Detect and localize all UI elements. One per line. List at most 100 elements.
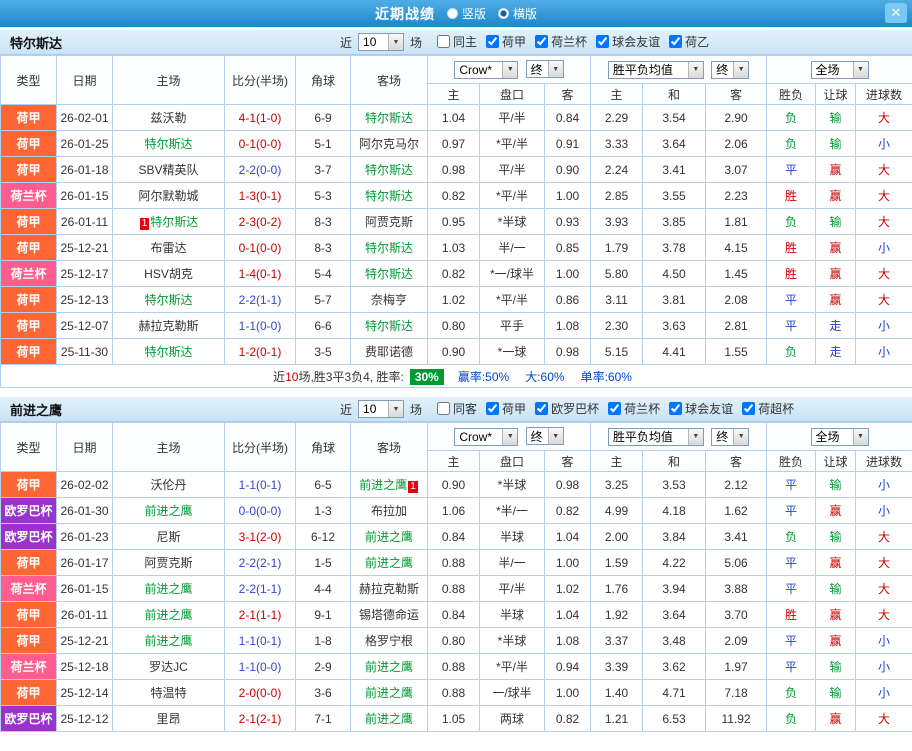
team-label: 沃伦丹 — [150, 478, 186, 492]
ah-away-odds-cell: 0.98 — [545, 339, 591, 365]
date-cell: 25-12-21 — [57, 235, 113, 261]
layout-radio-horizontal[interactable]: 横版 — [498, 5, 537, 22]
corners-cell: 5-1 — [296, 131, 351, 157]
score-cell: 2-3(0-2) — [225, 209, 296, 235]
goals-cell: 大 — [856, 706, 912, 732]
odds-company-select[interactable]: Crow*▼ — [454, 428, 518, 446]
handicap-result-cell: 赢 — [816, 183, 856, 209]
match-count-select[interactable]: 10 ▼ — [358, 400, 404, 418]
avg-odds-select[interactable]: 胜平负均值▼ — [608, 61, 704, 79]
filter-checkbox[interactable] — [437, 402, 450, 415]
odds-draw-cell: 3.48 — [643, 628, 706, 654]
filter-checkbox[interactable] — [535, 35, 548, 48]
filter-checkbox[interactable] — [437, 35, 450, 48]
filter-checkbox[interactable] — [596, 35, 609, 48]
odds-company-select[interactable]: Crow*▼ — [454, 61, 518, 79]
ah-away-odds-cell: 0.84 — [545, 105, 591, 131]
league-filter[interactable]: 荷兰杯 — [608, 400, 660, 417]
score-cell: 2-1(1-1) — [225, 602, 296, 628]
scope-select[interactable]: 全场▼ — [811, 428, 869, 446]
odds-draw-cell: 3.81 — [643, 287, 706, 313]
sub-col-result: 胜负 — [767, 84, 816, 105]
rank-badge: 1 — [408, 481, 418, 493]
match-row: 荷甲26-01-111特尔斯达2-3(0-2)8-3阿贾克斯0.95*半球0.9… — [1, 209, 912, 235]
result-cell: 胜 — [767, 235, 816, 261]
match-row: 荷甲25-12-21布雷达0-1(0-0)8-3特尔斯达1.03半/一0.851… — [1, 235, 912, 261]
score-cell: 0-1(0-0) — [225, 131, 296, 157]
handicap-cell: *半球 — [480, 209, 545, 235]
league-filter[interactable]: 欧罗巴杯 — [535, 400, 599, 417]
league-filter[interactable]: 球会友谊 — [669, 400, 733, 417]
league-cell: 荷甲 — [1, 313, 57, 339]
team-label: 格罗宁根 — [365, 634, 413, 648]
odds-away-cell: 3.70 — [706, 602, 767, 628]
away-team-cell: 特尔斯达 — [351, 105, 428, 131]
team-label: SBV精英队 — [138, 163, 198, 177]
league-filter[interactable]: 荷乙 — [669, 33, 709, 50]
goals-cell: 大 — [856, 261, 912, 287]
away-team-cell: 奈梅亨 — [351, 287, 428, 313]
summary-text: 近10场,胜3平3负4, 胜率: — [273, 370, 404, 384]
filter-checkbox[interactable] — [608, 402, 621, 415]
league-cell: 荷甲 — [1, 157, 57, 183]
handicap-cell: *一球 — [480, 339, 545, 365]
col-score: 比分(半场) — [225, 56, 296, 105]
filter-label: 荷甲 — [502, 400, 526, 417]
filter-checkbox[interactable] — [742, 402, 755, 415]
score-cell: 4-1(1-0) — [225, 105, 296, 131]
team-label: 特尔斯达 — [365, 189, 413, 203]
away-team-cell: 特尔斯达 — [351, 157, 428, 183]
filter-label: 荷超杯 — [758, 400, 794, 417]
league-filter[interactable]: 荷超杯 — [742, 400, 794, 417]
league-filter[interactable]: 球会友谊 — [596, 33, 660, 50]
filter-checkbox[interactable] — [535, 402, 548, 415]
team-section-header: 前进之鹰 近 10 ▼ 场 同客荷甲欧罗巴杯荷兰杯球会友谊荷超杯 — [0, 396, 912, 422]
team-label: 特尔斯达 — [144, 293, 192, 307]
sub-col-home-odds: 主 — [591, 84, 643, 105]
handicap-cell: 半/一 — [480, 550, 545, 576]
ah-away-odds-cell: 1.02 — [545, 576, 591, 602]
close-button[interactable]: ✕ — [885, 3, 907, 23]
league-filter[interactable]: 同主 — [437, 33, 477, 50]
away-team-cell: 锡塔德命运 — [351, 602, 428, 628]
col-type: 类型 — [1, 423, 57, 472]
team-label: 阿尔默勒城 — [138, 189, 198, 203]
date-cell: 26-01-11 — [57, 602, 113, 628]
filter-checkbox[interactable] — [669, 35, 682, 48]
filter-checkbox[interactable] — [669, 402, 682, 415]
handicap-result-cell: 赢 — [816, 287, 856, 313]
recent-label: 近 — [340, 401, 352, 418]
final-odds-select[interactable]: 终▼ — [526, 427, 564, 445]
chevron-down-icon: ▼ — [388, 401, 403, 417]
results-table: 类型 日期 主场 比分(半场) 角球 客场 Crow*▼ 终▼ 胜平负均值▼ 终… — [0, 55, 912, 388]
match-row: 荷兰杯26-01-15前进之鹰2-2(1-1)4-4赫拉克勒斯0.88平/半1.… — [1, 576, 912, 602]
col-date: 日期 — [57, 56, 113, 105]
avg-odds-select[interactable]: 胜平负均值▼ — [608, 428, 704, 446]
match-row: 欧罗巴杯25-12-12里昂2-1(2-1)7-1前进之鹰1.05两球0.821… — [1, 706, 912, 732]
corners-cell: 6-9 — [296, 105, 351, 131]
handicap-result-cell: 赢 — [816, 628, 856, 654]
match-count-select[interactable]: 10 ▼ — [358, 33, 404, 51]
scope-select[interactable]: 全场▼ — [811, 61, 869, 79]
ah-away-odds-cell: 0.94 — [545, 654, 591, 680]
team-label: 特尔斯达 — [150, 215, 198, 229]
avg-final-select[interactable]: 终▼ — [711, 428, 749, 446]
final-odds-select[interactable]: 终▼ — [526, 60, 564, 78]
league-filter[interactable]: 荷甲 — [486, 33, 526, 50]
filter-checkbox[interactable] — [486, 35, 499, 48]
goals-cell: 小 — [856, 339, 912, 365]
ah-home-odds-cell: 0.95 — [428, 209, 480, 235]
odds-home-cell: 5.15 — [591, 339, 643, 365]
filter-label: 球会友谊 — [685, 400, 733, 417]
layout-radio-vertical[interactable]: 竖版 — [447, 5, 486, 22]
team-label: 前进之鹰 — [365, 712, 413, 726]
filter-checkbox[interactable] — [486, 402, 499, 415]
ah-away-odds-cell: 1.00 — [545, 680, 591, 706]
league-filter[interactable]: 同客 — [437, 400, 477, 417]
league-filter[interactable]: 荷兰杯 — [535, 33, 587, 50]
avg-final-select[interactable]: 终▼ — [711, 61, 749, 79]
date-cell: 26-01-23 — [57, 524, 113, 550]
league-filter[interactable]: 荷甲 — [486, 400, 526, 417]
odds-away-cell: 3.88 — [706, 576, 767, 602]
odds-away-cell: 1.62 — [706, 498, 767, 524]
